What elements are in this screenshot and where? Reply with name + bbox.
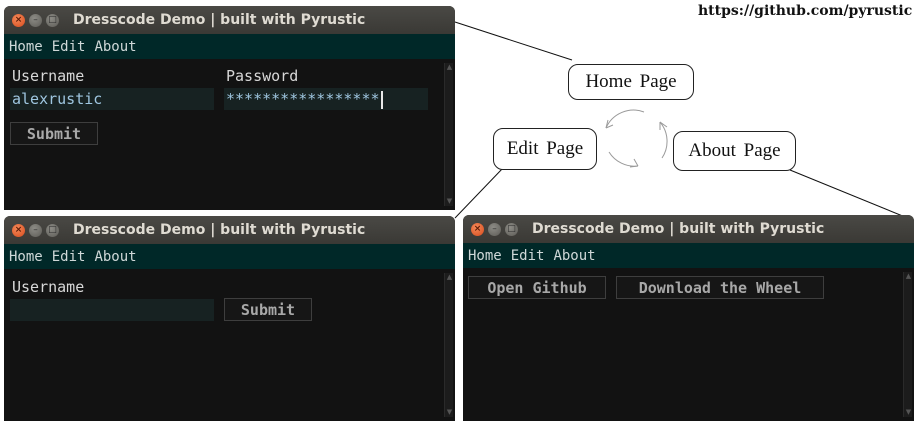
cycle-arrows-icon: [605, 109, 668, 168]
minimize-icon[interactable]: –: [29, 13, 42, 27]
text-caret: [380, 90, 383, 109]
scroll-down-icon[interactable]: ▼: [904, 408, 913, 417]
vertical-scrollbar[interactable]: ▲ ▼: [444, 273, 453, 417]
close-icon[interactable]: ×: [12, 13, 25, 27]
edit-page-bubble: Edit Page: [493, 128, 597, 170]
menu-about[interactable]: About: [94, 39, 136, 55]
home-content: Username Password alexrustic ***********…: [4, 59, 455, 210]
close-icon[interactable]: ×: [12, 223, 25, 237]
scroll-up-icon[interactable]: ▲: [904, 272, 913, 281]
menu-about[interactable]: About: [94, 249, 136, 265]
menu-edit[interactable]: Edit: [52, 249, 86, 265]
titlebar: × – □ Dresscode Demo | built with Pyrust…: [463, 215, 914, 243]
vertical-scrollbar[interactable]: ▲ ▼: [444, 63, 453, 206]
menu-about[interactable]: About: [553, 248, 595, 264]
username-input[interactable]: alexrustic: [10, 88, 214, 110]
maximize-icon[interactable]: □: [505, 222, 518, 236]
maximize-icon[interactable]: □: [46, 13, 59, 27]
scroll-down-icon[interactable]: ▼: [445, 408, 454, 417]
about-content: Open Github Download the Wheel ▲ ▼: [463, 268, 914, 421]
menubar: Home Edit About: [4, 34, 455, 59]
menu-home[interactable]: Home: [468, 248, 502, 264]
menubar: Home Edit About: [4, 244, 455, 269]
menubar: Home Edit About: [463, 243, 914, 268]
edit-window: × – □ Dresscode Demo | built with Pyrust…: [4, 216, 455, 421]
titlebar: × – □ Dresscode Demo | built with Pyrust…: [4, 6, 455, 34]
open-github-button[interactable]: Open Github: [468, 276, 606, 299]
home-window: × – □ Dresscode Demo | built with Pyrust…: [4, 6, 455, 210]
close-icon[interactable]: ×: [471, 222, 484, 236]
menu-home[interactable]: Home: [9, 39, 43, 55]
edit-content: Username Submit ▲ ▼: [4, 269, 455, 421]
password-input[interactable]: *****************: [224, 88, 428, 110]
username-label: Username: [12, 67, 85, 85]
username-label: Username: [12, 278, 85, 296]
connector-home: [454, 21, 573, 61]
password-value: *****************: [226, 90, 380, 108]
window-title: Dresscode Demo | built with Pyrustic: [73, 222, 366, 238]
submit-button[interactable]: Submit: [10, 122, 98, 145]
scroll-up-icon[interactable]: ▲: [445, 63, 454, 72]
window-title: Dresscode Demo | built with Pyrustic: [532, 221, 825, 237]
home-page-bubble: Home Page: [568, 64, 694, 100]
scroll-down-icon[interactable]: ▼: [445, 197, 454, 206]
window-title: Dresscode Demo | built with Pyrustic: [73, 12, 366, 28]
submit-button[interactable]: Submit: [224, 298, 312, 321]
connector-edit: [454, 167, 504, 219]
username-value: alexrustic: [12, 90, 103, 108]
download-wheel-button[interactable]: Download the Wheel: [616, 276, 824, 299]
menu-home[interactable]: Home: [9, 249, 43, 265]
minimize-icon[interactable]: –: [488, 222, 501, 236]
connector-about: [789, 169, 911, 220]
minimize-icon[interactable]: –: [29, 223, 42, 237]
maximize-icon[interactable]: □: [46, 223, 59, 237]
menu-edit[interactable]: Edit: [511, 248, 545, 264]
about-window: × – □ Dresscode Demo | built with Pyrust…: [463, 215, 914, 421]
vertical-scrollbar[interactable]: ▲ ▼: [903, 272, 912, 417]
scroll-up-icon[interactable]: ▲: [445, 273, 454, 282]
menu-edit[interactable]: Edit: [52, 39, 86, 55]
password-label: Password: [226, 67, 299, 85]
username-input[interactable]: [10, 299, 214, 321]
titlebar: × – □ Dresscode Demo | built with Pyrust…: [4, 216, 455, 244]
about-page-bubble: About Page: [673, 131, 796, 171]
